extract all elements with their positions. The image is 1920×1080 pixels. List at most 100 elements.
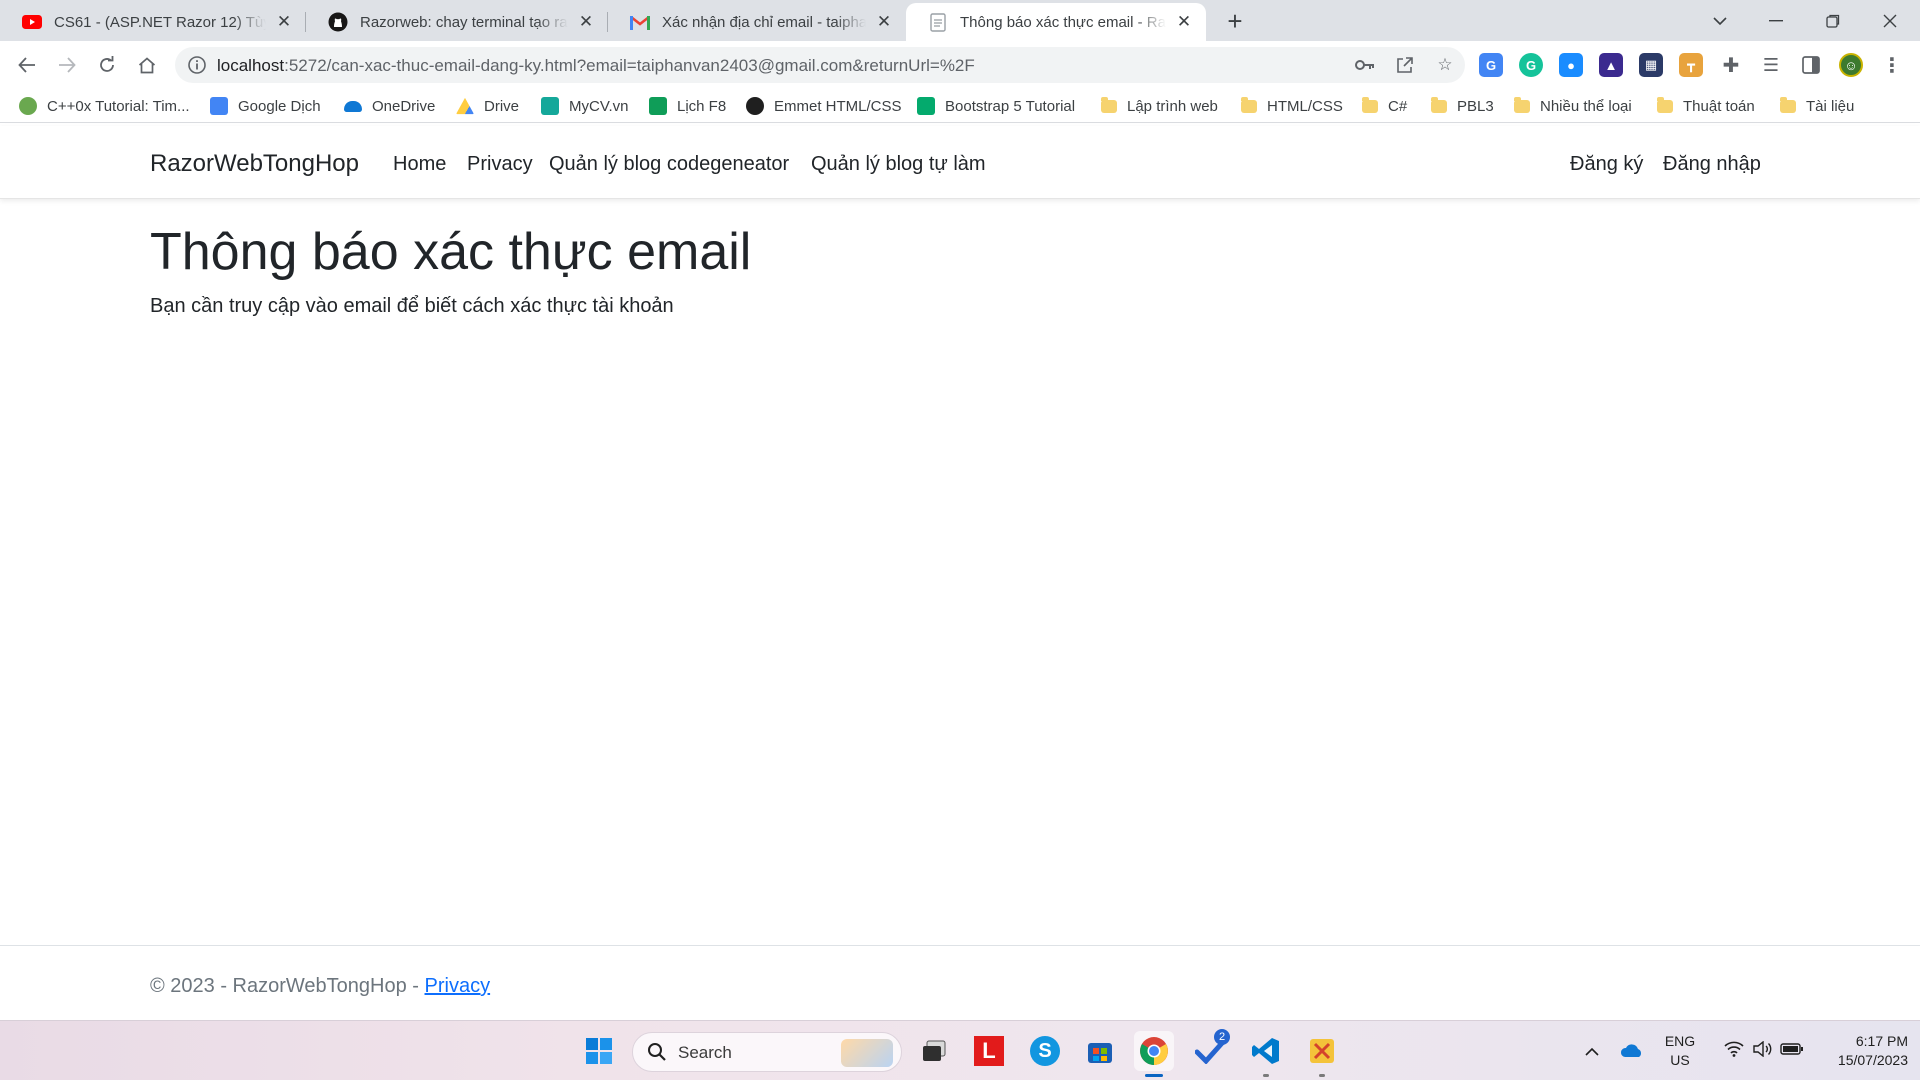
tab-search-chevron-icon[interactable]: [1690, 0, 1750, 41]
volume-icon: [1752, 1040, 1772, 1062]
nav-link-blog-codegen[interactable]: Quản lý blog codegeneator: [549, 153, 789, 176]
bookmark-folder[interactable]: HTML/CSS: [1241, 96, 1343, 116]
show-hidden-icons-chevron-icon[interactable]: [1572, 1031, 1612, 1071]
address-bar[interactable]: localhost:5272/can-xac-thuc-email-dang-k…: [175, 47, 1465, 83]
drive-icon: [456, 97, 474, 115]
bookmark-folder[interactable]: PBL3: [1431, 96, 1494, 116]
url-text[interactable]: localhost:5272/can-xac-thuc-email-dang-k…: [217, 56, 975, 76]
bookmark-folder[interactable]: Lập trình web: [1101, 96, 1218, 116]
home-icon[interactable]: [131, 49, 163, 81]
microsoft-store-icon[interactable]: [1080, 1031, 1120, 1071]
site-navbar: RazorWebTongHop Home Privacy Quản lý blo…: [0, 126, 1920, 199]
profile-avatar[interactable]: ☺: [1839, 53, 1863, 77]
search-label: Search: [678, 1043, 732, 1062]
minimize-button[interactable]: [1746, 0, 1806, 41]
emmet-icon: [746, 97, 764, 115]
site-footer: © 2023 - RazorWebTongHop - Privacy: [0, 945, 1920, 1020]
github-icon: [328, 12, 348, 32]
restore-button[interactable]: [1803, 0, 1863, 41]
browser-tab-strip: CS61 - (ASP.NET Razor 12) Tùy biến ✕ Raz…: [0, 0, 1920, 41]
more-menu-icon[interactable]: ⋮: [1880, 53, 1904, 77]
back-icon[interactable]: [11, 49, 43, 81]
folder-icon: [1780, 96, 1796, 113]
bookmark-item[interactable]: Drive: [456, 96, 519, 116]
bookmark-folder[interactable]: Thuật toán: [1657, 96, 1755, 116]
w3-icon: [917, 97, 935, 115]
folder-icon: [1362, 96, 1378, 113]
system-tray-status[interactable]: [1708, 1031, 1820, 1071]
login-link[interactable]: Đăng nhập: [1663, 153, 1761, 176]
close-icon[interactable]: ✕: [274, 12, 294, 32]
nav-link-blog-manual[interactable]: Quản lý blog tự làm: [811, 153, 986, 176]
droplet-icon[interactable]: ●: [1559, 53, 1583, 77]
vscode-icon[interactable]: [1246, 1031, 1286, 1077]
skype-icon[interactable]: S: [1025, 1031, 1065, 1071]
graduation-cap-icon[interactable]: ▲: [1599, 53, 1623, 77]
register-link[interactable]: Đăng ký: [1570, 153, 1643, 176]
folder-icon: [1431, 96, 1447, 113]
tab-title: Xác nhận địa chỉ email - taiphanvan: [662, 13, 866, 31]
close-window-button[interactable]: [1860, 0, 1920, 41]
taskbar-search-box[interactable]: Search: [632, 1032, 902, 1072]
onedrive-tray-icon[interactable]: [1612, 1031, 1652, 1071]
share-icon[interactable]: [1395, 55, 1415, 75]
bookmarks-bar: C++0x Tutorial: Tim... Google Dịch OneDr…: [0, 89, 1920, 123]
tasks-check-icon[interactable]: 2: [1190, 1029, 1230, 1071]
bookmark-folder[interactable]: Tài liệu: [1780, 96, 1854, 116]
onedrive-icon: [344, 100, 362, 112]
gmail-icon: [630, 12, 650, 32]
bookmark-item[interactable]: Lịch F8: [649, 96, 726, 116]
bookmark-folder[interactable]: C#: [1362, 96, 1407, 116]
close-icon[interactable]: ✕: [1174, 12, 1194, 32]
clock[interactable]: 6:17 PM 15/07/2023: [1808, 1032, 1908, 1070]
key-icon[interactable]: [1355, 55, 1375, 75]
lingoes-app-icon[interactable]: L: [969, 1031, 1009, 1071]
browser-tab[interactable]: CS61 - (ASP.NET Razor 12) Tùy biến ✕: [0, 3, 306, 41]
media-list-icon[interactable]: ☰: [1759, 53, 1783, 77]
bookmark-item[interactable]: MyCV.vn: [541, 96, 628, 116]
tools-app-icon[interactable]: [1302, 1031, 1342, 1077]
translate-icon: [210, 97, 228, 115]
nav-link-home[interactable]: Home: [393, 153, 446, 176]
side-panel-icon[interactable]: [1799, 53, 1823, 77]
colorful-extension-icon[interactable]: ▦: [1639, 53, 1663, 77]
browser-tab-active[interactable]: Thông báo xác thực email - RazorWebTongH…: [906, 3, 1206, 41]
page-title: Thông báo xác thực email: [150, 223, 752, 281]
bookmark-item[interactable]: Google Dịch: [210, 96, 321, 116]
chrome-icon[interactable]: [1134, 1031, 1174, 1077]
search-highlight-image: [841, 1039, 893, 1067]
folder-icon: [1514, 96, 1530, 113]
windows-start-icon[interactable]: [579, 1031, 619, 1071]
language-indicator[interactable]: ENG US: [1660, 1032, 1700, 1070]
footer-copyright: © 2023 - RazorWebTongHop -: [150, 975, 425, 997]
url-path: :5272/can-xac-thuc-email-dang-ky.html?em…: [284, 56, 975, 75]
bookmark-item[interactable]: C++0x Tutorial: Tim...: [19, 96, 190, 116]
browser-tab[interactable]: Razorweb: chay terminal tạo ra code ✕: [306, 3, 608, 41]
translate-icon[interactable]: G: [1479, 53, 1503, 77]
new-tab-button[interactable]: +: [1221, 6, 1249, 36]
grammarly-icon[interactable]: G: [1519, 53, 1543, 77]
page-icon: [928, 12, 948, 32]
site-info-icon[interactable]: [187, 55, 207, 75]
browser-tab[interactable]: Xác nhận địa chỉ email - taiphanvan ✕: [608, 3, 906, 41]
bookmark-star-icon[interactable]: ☆: [1435, 55, 1455, 75]
bookmark-item[interactable]: Bootstrap 5 Tutorial: [917, 96, 1075, 116]
reload-icon[interactable]: [91, 49, 123, 81]
bookmark-item[interactable]: OneDrive: [344, 96, 435, 116]
site-brand-link[interactable]: RazorWebTongHop: [150, 150, 359, 178]
site-icon: [19, 97, 37, 115]
footer-privacy-link[interactable]: Privacy: [425, 975, 491, 997]
bookmark-folder[interactable]: Nhiều thể loại: [1514, 96, 1632, 116]
extensions-puzzle-icon[interactable]: ✚: [1719, 53, 1743, 77]
task-view-icon[interactable]: [914, 1031, 954, 1071]
battery-icon: [1780, 1042, 1804, 1061]
nav-link-privacy[interactable]: Privacy: [467, 153, 533, 176]
close-icon[interactable]: ✕: [576, 12, 596, 32]
url-host: localhost: [217, 56, 285, 75]
bookmark-item[interactable]: Emmet HTML/CSS: [746, 96, 902, 116]
forward-icon[interactable]: [51, 49, 83, 81]
close-icon[interactable]: ✕: [874, 12, 894, 32]
hammer-icon[interactable]: ┳: [1679, 53, 1703, 77]
footer-text: © 2023 - RazorWebTongHop - Privacy: [150, 975, 490, 998]
tab-title: Razorweb: chay terminal tạo ra code: [360, 13, 568, 31]
